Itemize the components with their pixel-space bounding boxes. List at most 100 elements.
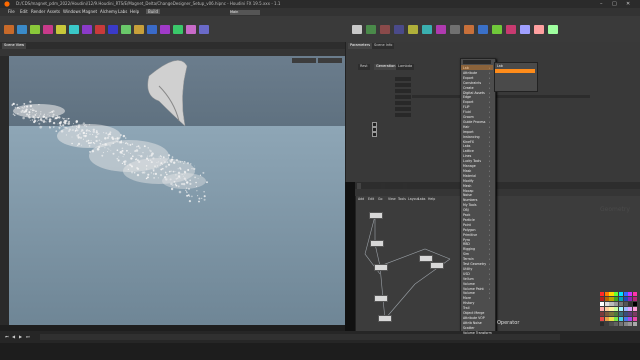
color-swatch[interactable] [618,307,623,312]
shelf-tool-icon[interactable] [394,25,404,34]
close-button[interactable]: ✕ [626,1,630,7]
color-swatch[interactable] [618,312,623,317]
menu-help[interactable]: Help [130,9,139,14]
color-swatch[interactable] [600,322,605,327]
color-swatch[interactable] [609,307,614,312]
color-swatch[interactable] [628,317,633,322]
color-swatch[interactable] [632,312,638,317]
tab-menu-item[interactable]: Fluid [463,110,471,114]
param-field[interactable] [395,95,411,99]
tab-menu-item[interactable]: KineFX [463,140,474,144]
tab-menu-item[interactable]: Volume Transform [463,331,492,335]
shelf-tool-icon[interactable] [534,25,544,34]
color-swatch[interactable] [614,312,619,317]
tab-menu-item[interactable]: Mocap [463,189,473,193]
shelf-tool-icon[interactable] [160,25,170,34]
tab-generation[interactable]: Generation [374,64,398,70]
tab-menu-item[interactable]: Attribute [463,71,477,75]
tab-menu-item[interactable]: My Tools [463,203,477,207]
color-swatch[interactable] [623,322,628,327]
tab-menu-item[interactable]: Vellum [463,277,474,281]
network-node[interactable] [374,295,388,302]
network-menu-add[interactable]: Add [358,197,364,201]
network-menu-tools[interactable]: Tools [398,197,406,201]
build-menu[interactable]: Build [146,9,161,14]
shelf-tool-icon[interactable] [492,25,502,34]
tab-menu-item[interactable]: Attribute VOP [463,316,485,320]
tab-menu-item[interactable]: Export [463,100,473,104]
color-swatch[interactable] [609,317,614,322]
submenu-item[interactable]: Lab [497,64,503,68]
tab-menu-item[interactable]: Pyro [463,238,470,242]
tab-menu-item[interactable]: Pack [463,213,470,217]
color-swatch[interactable] [628,312,633,317]
color-swatch[interactable] [600,317,605,322]
shelf-tool-icon[interactable] [548,25,558,34]
shelf-tool-icon[interactable] [520,25,530,34]
shelf-tool-icon[interactable] [352,25,362,34]
tab-menu-item[interactable]: Volume [463,282,475,286]
color-swatch[interactable] [604,292,609,297]
color-swatch[interactable] [600,307,605,312]
color-swatch[interactable] [609,302,614,307]
shelf-tool-icon[interactable] [186,25,196,34]
color-swatch[interactable] [614,317,619,322]
tab-menu-item[interactable]: Constraints [463,81,481,85]
tab-menu-item[interactable]: Trail [463,306,470,310]
network-menu-help[interactable]: Help [428,197,435,201]
network-menu-view[interactable]: View [388,197,396,201]
shelf-tool-icon[interactable] [366,25,376,34]
menu-magnet[interactable]: Magnet [82,9,97,14]
tab-menu-item[interactable]: Attrib Noise [463,321,482,325]
color-swatch[interactable] [600,302,605,307]
tab-menu-item[interactable]: Volume [463,291,475,295]
tab-parameters[interactable]: Parameters [348,43,373,49]
tab-menu-item[interactable]: Digital Assets [463,91,485,95]
desktop-select[interactable]: Main [230,10,260,15]
shelf-tool-icon[interactable] [408,25,418,34]
minimize-button[interactable]: – [600,1,603,7]
color-swatch[interactable] [609,322,614,327]
tab-menu-item[interactable]: OBJ [463,208,469,212]
tab-menu-item[interactable]: Noise [463,193,472,197]
tab-menu-item[interactable]: Rigging [463,247,475,251]
camera-menu[interactable] [292,58,316,63]
color-swatch[interactable] [632,302,638,307]
tab-menu-item[interactable]: Guide Process [463,120,485,124]
color-swatch[interactable] [623,297,628,302]
tab-menu-item[interactable]: Volume Paint [463,287,484,291]
maximize-button[interactable]: □ [612,1,617,7]
shelf-tool-icon[interactable] [82,25,92,34]
tab-menu-item[interactable]: Create [463,86,474,90]
3d-viewport[interactable] [9,56,345,336]
param-slider-track[interactable] [412,95,590,98]
tab-scene-view[interactable]: Scene View [2,42,27,49]
color-swatch[interactable] [604,302,609,307]
tab-menu-item[interactable]: More [463,296,471,300]
color-swatch[interactable] [628,307,633,312]
param-field[interactable] [395,77,411,81]
tab-scene-info[interactable]: Scene Info [372,43,395,49]
shelf-tool-icon[interactable] [380,25,390,34]
tab-menu-item[interactable]: History [463,301,474,305]
tab-menu-item[interactable]: Material [463,174,476,178]
color-swatch[interactable] [609,297,614,302]
color-swatch[interactable] [623,317,628,322]
menu-labs[interactable]: Labs [118,9,127,14]
timeline-scrubber[interactable] [40,334,560,340]
menu-file[interactable]: File [8,9,15,14]
network-node[interactable] [369,212,383,219]
tab-menu-item[interactable]: Lines [463,154,471,158]
tab-menu-item[interactable]: Point [463,223,471,227]
color-swatch[interactable] [632,297,638,302]
shelf-tool-icon[interactable] [422,25,432,34]
color-swatch[interactable] [618,322,623,327]
tab-menu-item[interactable]: Polygon [463,228,476,232]
color-swatch[interactable] [600,312,605,317]
first-frame-icon[interactable]: ⏮ [5,334,9,339]
color-swatch[interactable] [623,302,628,307]
shelf-tool-icon[interactable] [478,25,488,34]
color-swatch[interactable] [600,292,605,297]
color-swatch[interactable] [628,292,633,297]
menu-windows[interactable]: Windows [63,9,81,14]
